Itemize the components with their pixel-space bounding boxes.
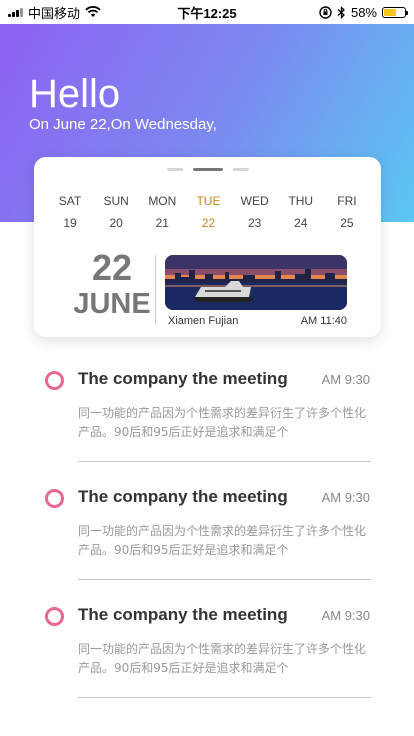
circle-marker-icon[interactable] bbox=[45, 489, 64, 508]
location-label: Xiamen Fujian bbox=[168, 315, 239, 327]
day-number: 21 bbox=[155, 216, 169, 230]
event-item[interactable]: The company the meeting AM 9:30 同一功能的产品因… bbox=[0, 470, 414, 588]
date-subtitle: On June 22,On Wednesday, bbox=[29, 116, 217, 133]
big-month-name: JUNE bbox=[73, 288, 151, 320]
divider bbox=[78, 579, 371, 580]
status-left: 中国移动 bbox=[8, 3, 101, 22]
battery-level bbox=[384, 8, 396, 16]
status-bar: 中国移动 下午12:25 58% bbox=[0, 0, 414, 24]
divider bbox=[78, 461, 371, 462]
carrier-label: 中国移动 bbox=[28, 5, 81, 21]
event-description: 同一功能的产品因为个性需求的差异衍生了许多个性化产品。90后和95后正好是追求和… bbox=[78, 524, 367, 557]
day-thu[interactable]: THU 24 bbox=[281, 194, 321, 230]
app-screen: 中国移动 下午12:25 58% Hello On June 22,On Wed… bbox=[0, 0, 414, 736]
selected-date-display: 22 JUNE bbox=[52, 249, 172, 321]
event-item[interactable]: The company the meeting AM 9:30 同一功能的产品因… bbox=[0, 588, 414, 706]
pager-dot[interactable] bbox=[232, 168, 249, 171]
day-sat[interactable]: SAT 19 bbox=[50, 194, 90, 230]
day-name: SAT bbox=[58, 194, 82, 208]
battery-percent: 58% bbox=[350, 4, 377, 20]
day-number: 20 bbox=[109, 216, 123, 230]
big-day-number: 22 bbox=[91, 247, 133, 288]
day-tue-selected[interactable]: TUE 22 bbox=[188, 194, 228, 230]
day-number: 19 bbox=[63, 216, 77, 230]
day-fri[interactable]: FRI 25 bbox=[327, 194, 367, 230]
wifi-icon bbox=[85, 6, 101, 17]
city-skyline-image bbox=[165, 255, 347, 310]
pager-indicator[interactable] bbox=[34, 168, 381, 171]
event-list: The company the meeting AM 9:30 同一功能的产品因… bbox=[0, 352, 414, 706]
event-item[interactable]: The company the meeting AM 9:30 同一功能的产品因… bbox=[0, 352, 414, 470]
day-name: MON bbox=[148, 194, 177, 208]
day-number: 22 bbox=[201, 216, 216, 230]
day-number: 25 bbox=[340, 216, 354, 230]
day-name: TUE bbox=[196, 194, 221, 208]
day-name: FRI bbox=[337, 194, 357, 208]
circle-marker-icon[interactable] bbox=[45, 371, 64, 390]
pager-dot[interactable] bbox=[166, 168, 183, 171]
status-right: 58% bbox=[319, 4, 408, 20]
day-name: THU bbox=[288, 194, 314, 208]
day-name: WED bbox=[240, 194, 269, 208]
day-name: SUN bbox=[103, 194, 129, 208]
greeting-title: Hello bbox=[29, 72, 121, 116]
location-photo[interactable] bbox=[165, 255, 347, 310]
event-title: The company the meeting bbox=[78, 605, 288, 624]
event-time: AM 9:30 bbox=[321, 372, 370, 387]
calendar-card: SAT 19 SUN 20 MON 21 TUE 22 WED 23 THU 2… bbox=[34, 157, 381, 337]
signal-icon bbox=[8, 7, 23, 17]
day-number: 23 bbox=[247, 216, 262, 230]
event-title: The company the meeting bbox=[78, 487, 288, 506]
circle-marker-icon[interactable] bbox=[45, 607, 64, 626]
rotation-lock-icon bbox=[319, 5, 332, 19]
day-sun[interactable]: SUN 20 bbox=[96, 194, 136, 230]
bluetooth-icon bbox=[337, 5, 345, 19]
event-time: AM 9:30 bbox=[321, 608, 370, 623]
day-wed[interactable]: WED 23 bbox=[235, 194, 275, 230]
pager-dot-active[interactable] bbox=[192, 168, 223, 171]
vertical-divider bbox=[155, 255, 156, 325]
event-description: 同一功能的产品因为个性需求的差异衍生了许多个性化产品。90后和95后正好是追求和… bbox=[78, 642, 367, 675]
divider bbox=[78, 697, 371, 698]
week-strip: SAT 19 SUN 20 MON 21 TUE 22 WED 23 THU 2… bbox=[50, 194, 367, 230]
day-number: 24 bbox=[294, 216, 308, 230]
event-time: AM 9:30 bbox=[321, 490, 370, 505]
event-title: The company the meeting bbox=[78, 369, 288, 388]
day-mon[interactable]: MON 21 bbox=[142, 194, 182, 230]
battery-icon bbox=[382, 6, 408, 18]
status-time: 下午12:25 bbox=[177, 5, 237, 21]
event-description: 同一功能的产品因为个性需求的差异衍生了许多个性化产品。90后和95后正好是追求和… bbox=[78, 406, 367, 439]
photo-time: AM 11:40 bbox=[300, 315, 347, 327]
